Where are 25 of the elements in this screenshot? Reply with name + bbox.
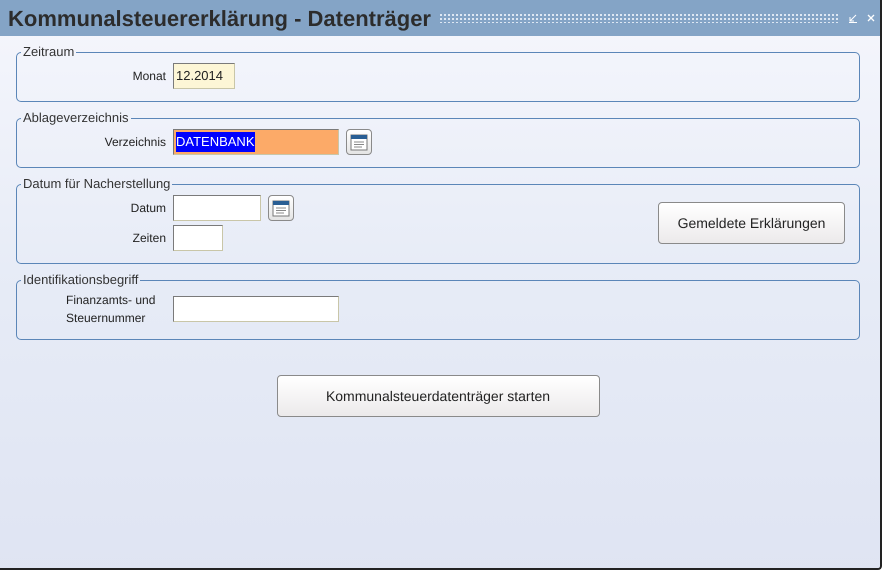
calendar-icon [272,199,290,217]
input-field[interactable] [173,225,223,251]
field-value: DATENBANK [176,132,254,152]
group-title: Ablageverzeichnis [22,111,130,125]
field-value: 12.2014 [176,67,223,86]
field-label: Finanzamts- und Steuernummer [66,292,156,327]
calendar-icon [350,133,368,151]
field-label: Datum [130,200,166,217]
group-title: Zeitraum [22,45,76,59]
input-field[interactable]: 12.2014 [173,63,235,89]
field-label: Zeiten [132,230,166,247]
group-title: Identifikationsbegriff [22,273,140,287]
reported-declarations-button[interactable]: Gemeldete Erklärungen [658,202,845,244]
group-title: Datum für Nacherstellung [22,177,172,191]
field-label: Verzeichnis [104,134,166,151]
input-field[interactable]: DATENBANK [173,129,339,155]
calendar-button[interactable] [268,195,294,221]
calendar-button[interactable] [346,129,372,155]
window-title: Kommunalsteuererklärung - Datenträger [8,4,431,33]
start-button[interactable]: Kommunalsteuerdatenträger starten [276,375,600,417]
input-field[interactable] [173,296,339,322]
field-label: Monat [132,68,166,85]
close-icon[interactable] [866,13,876,23]
input-field[interactable] [173,195,261,221]
minimize-icon[interactable] [848,13,858,23]
